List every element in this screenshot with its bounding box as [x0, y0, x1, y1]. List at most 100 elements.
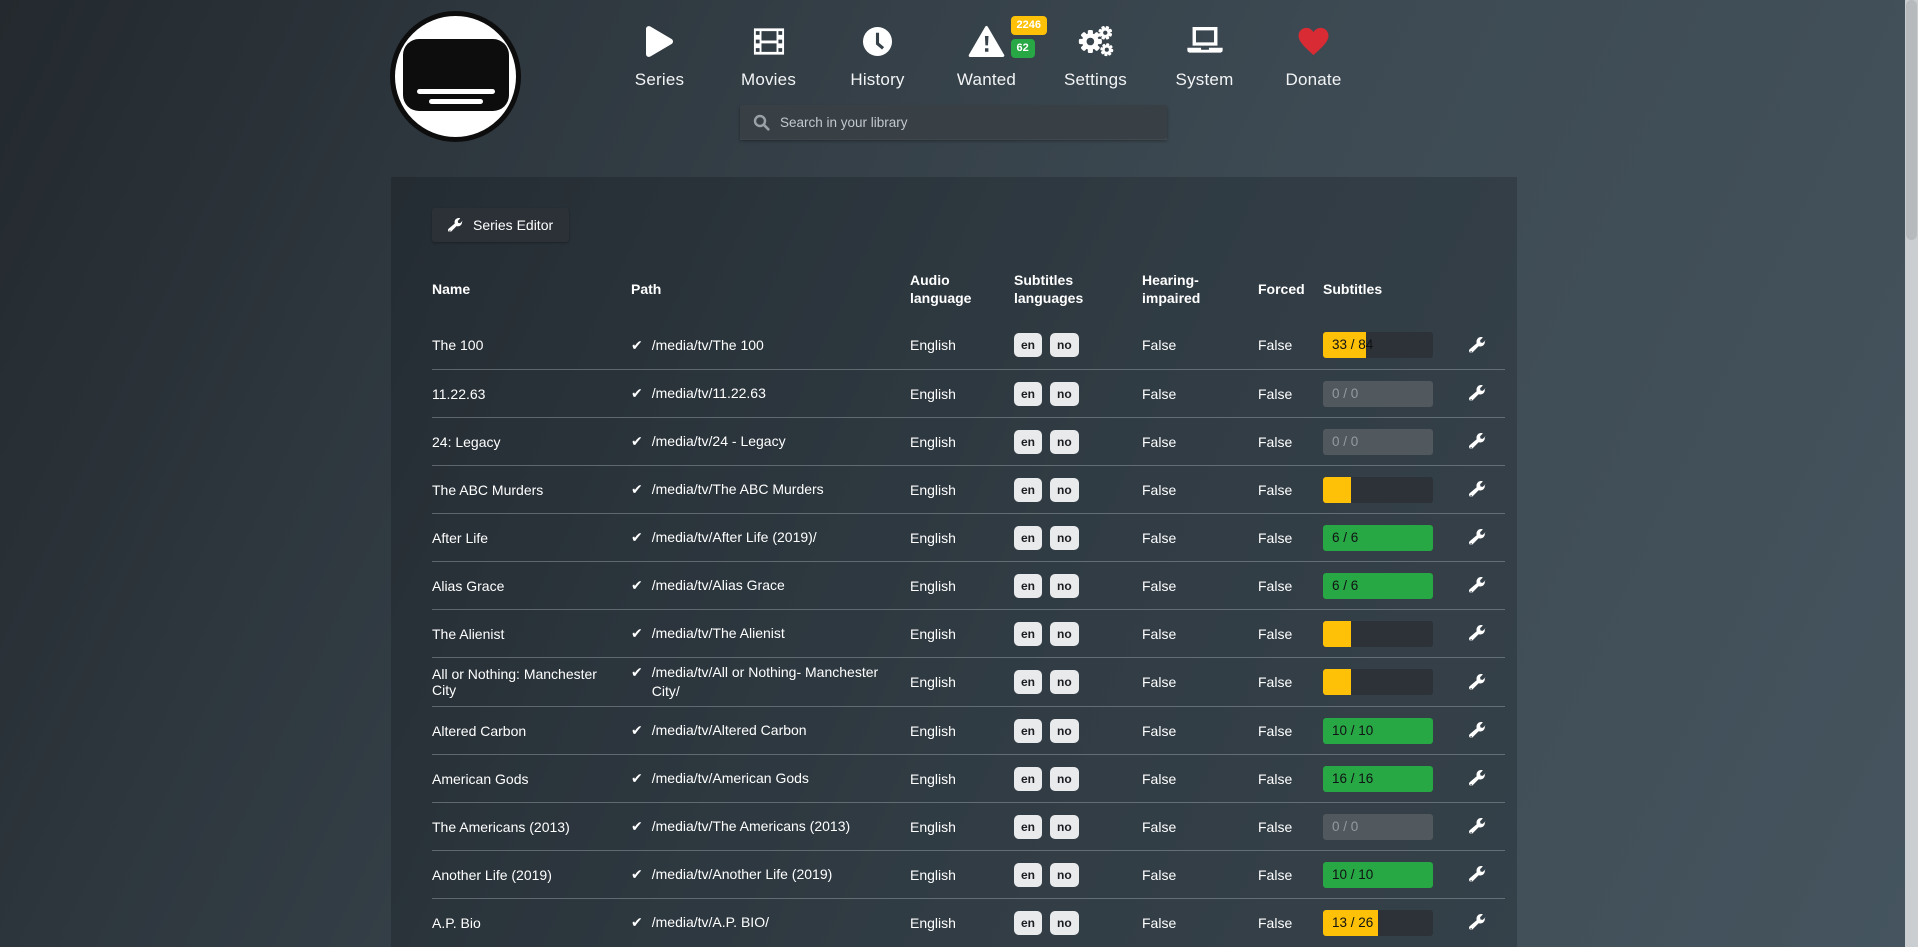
nav-item-settings[interactable]: Settings: [1041, 16, 1150, 90]
series-name[interactable]: American Gods: [432, 771, 631, 787]
logo-screen-shape: [403, 39, 509, 111]
row-actions: [1450, 529, 1505, 546]
audio-language-value: English: [910, 915, 1014, 931]
edit-series-button[interactable]: [1469, 818, 1486, 835]
forced-value: False: [1258, 337, 1323, 353]
edit-series-button[interactable]: [1469, 770, 1486, 787]
logo-subtitle-line: [417, 89, 495, 94]
series-name[interactable]: Alias Grace: [432, 578, 631, 594]
nav-item-system[interactable]: System: [1150, 16, 1259, 90]
audio-language-value: English: [910, 674, 1014, 690]
edit-series-button[interactable]: [1469, 914, 1486, 931]
subtitles-progress-cell: 0 / 0: [1323, 814, 1450, 840]
subtitle-language-badge: en: [1014, 430, 1042, 454]
wanted-movies-count-badge: 62: [1011, 39, 1035, 58]
series-path: ✔ /media/tv/After Life (2019)/: [631, 528, 910, 547]
subtitle-language-badge: en: [1014, 815, 1042, 839]
subtitles-progress-cell: 13 / 26: [1323, 910, 1450, 936]
forced-value: False: [1258, 530, 1323, 546]
series-path-text: /media/tv/After Life (2019)/: [652, 528, 817, 547]
subtitles-languages-badges: enno: [1014, 670, 1142, 694]
subtitle-language-badge: en: [1014, 767, 1042, 791]
series-editor-button[interactable]: Series Editor: [432, 208, 569, 242]
subtitles-languages-badges: enno: [1014, 719, 1142, 743]
series-path: ✔ /media/tv/The ABC Murders: [631, 480, 910, 499]
subtitle-language-badge: no: [1050, 719, 1079, 743]
column-header-hearing-impaired: Hearing-impaired: [1142, 271, 1258, 307]
series-name[interactable]: The Americans (2013): [432, 819, 631, 835]
forced-value: False: [1258, 578, 1323, 594]
edit-series-button[interactable]: [1469, 385, 1486, 402]
series-name[interactable]: Altered Carbon: [432, 723, 631, 739]
progress-label: 0 / 0: [1332, 381, 1358, 407]
edit-series-button[interactable]: [1469, 674, 1486, 691]
edit-series-button[interactable]: [1469, 722, 1486, 739]
subtitles-progress-cell: 6 / 6: [1323, 573, 1450, 599]
hearing-impaired-value: False: [1142, 434, 1258, 450]
series-name[interactable]: All or Nothing: Manchester City: [432, 666, 631, 698]
edit-series-button[interactable]: [1469, 866, 1486, 883]
series-name[interactable]: The ABC Murders: [432, 482, 631, 498]
row-actions: [1450, 481, 1505, 498]
series-path-text: /media/tv/Altered Carbon: [652, 721, 807, 740]
subtitle-language-badge: no: [1050, 478, 1079, 502]
series-name[interactable]: 11.22.63: [432, 386, 631, 402]
audio-language-value: English: [910, 626, 1014, 642]
subtitle-language-badge: en: [1014, 670, 1042, 694]
series-name[interactable]: The 100: [432, 337, 631, 353]
column-header-audio-language: Audio language: [910, 271, 1014, 307]
edit-series-button[interactable]: [1469, 529, 1486, 546]
nav-item-history[interactable]: History: [823, 16, 932, 90]
table-row: American Gods ✔ /media/tv/American Gods …: [432, 754, 1505, 802]
forced-value: False: [1258, 434, 1323, 450]
edit-series-button[interactable]: [1469, 433, 1486, 450]
row-actions: [1450, 433, 1505, 450]
bazarr-logo[interactable]: [390, 11, 521, 142]
wrench-icon: [448, 218, 463, 233]
series-name[interactable]: After Life: [432, 530, 631, 546]
subtitles-progress-bar: [1323, 477, 1433, 503]
nav-item-wanted[interactable]: 2246 62 Wanted: [932, 16, 1041, 90]
table-header-row: Name Path Audio language Subtitles langu…: [432, 271, 1505, 321]
hearing-impaired-value: False: [1142, 674, 1258, 690]
column-header-subtitles-languages: Subtitles languages: [1014, 271, 1142, 307]
subtitles-progress-cell: 10 / 10: [1323, 862, 1450, 888]
column-header-name: Name: [432, 280, 631, 298]
nav-label: Settings: [1041, 70, 1150, 90]
scrollbar-thumb[interactable]: [1906, 0, 1917, 240]
subtitle-language-badge: en: [1014, 382, 1042, 406]
edit-series-button[interactable]: [1469, 337, 1486, 354]
nav-label: System: [1150, 70, 1259, 90]
subtitles-progress-bar: 10 / 10: [1323, 862, 1433, 888]
vertical-scrollbar[interactable]: [1905, 0, 1918, 947]
edit-series-button[interactable]: [1469, 625, 1486, 642]
search-input[interactable]: [780, 115, 1167, 130]
main-nav: Series Movies History 2246 62: [605, 16, 1368, 90]
edit-series-button[interactable]: [1469, 481, 1486, 498]
series-name[interactable]: A.P. Bio: [432, 915, 631, 931]
subtitles-progress-bar: 16 / 16: [1323, 766, 1433, 792]
nav-item-series[interactable]: Series: [605, 16, 714, 90]
series-name[interactable]: Another Life (2019): [432, 867, 631, 883]
row-actions: [1450, 722, 1505, 739]
subtitles-progress-bar: 10 / 10: [1323, 718, 1433, 744]
clock-icon: [823, 16, 932, 66]
series-path: ✔ /media/tv/24 - Legacy: [631, 432, 910, 451]
edit-series-button[interactable]: [1469, 577, 1486, 594]
subtitle-language-badge: en: [1014, 478, 1042, 502]
nav-item-donate[interactable]: Donate: [1259, 16, 1368, 90]
subtitles-progress-bar: 6 / 6: [1323, 573, 1433, 599]
table-row: After Life ✔ /media/tv/After Life (2019)…: [432, 513, 1505, 561]
search-icon: [753, 114, 770, 131]
column-header-forced: Forced: [1258, 280, 1323, 298]
series-name[interactable]: 24: Legacy: [432, 434, 631, 450]
subtitles-languages-badges: enno: [1014, 430, 1142, 454]
nav-item-movies[interactable]: Movies: [714, 16, 823, 90]
subtitle-language-badge: en: [1014, 863, 1042, 887]
series-path: ✔ /media/tv/A.P. BIO/: [631, 913, 910, 932]
subtitles-languages-badges: enno: [1014, 574, 1142, 598]
series-path-text: /media/tv/The 100: [652, 336, 764, 355]
audio-language-value: English: [910, 723, 1014, 739]
series-name[interactable]: The Alienist: [432, 626, 631, 642]
subtitles-languages-badges: enno: [1014, 815, 1142, 839]
